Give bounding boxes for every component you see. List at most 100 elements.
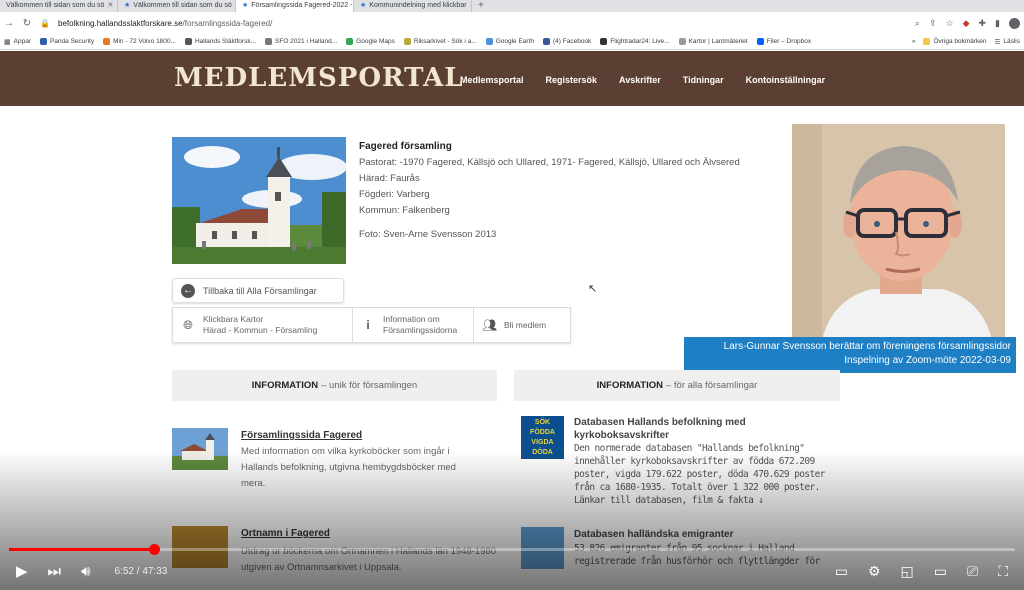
progress-bar[interactable] bbox=[9, 544, 1015, 555]
next-icon[interactable]: ⏭ bbox=[48, 563, 62, 580]
bookmark-item[interactable]: SFO 2021 i Halland... bbox=[265, 38, 337, 45]
puzzle-icon[interactable]: ✚ bbox=[979, 18, 987, 29]
info-button-text: Information om Församlingssidorna bbox=[383, 314, 457, 336]
member-button-label: Bli medlem bbox=[504, 319, 547, 330]
bookmark-label: Kartor | Lantmäteriet bbox=[688, 38, 748, 45]
parish-info-button[interactable]: i Information om Församlingssidorna bbox=[353, 308, 474, 342]
extension-icon[interactable]: ◆ bbox=[963, 18, 970, 29]
become-member-button[interactable]: 👥︎ Bli medlem bbox=[474, 308, 570, 342]
zoom-icon[interactable]: ⌕ bbox=[915, 18, 920, 29]
progress-fill bbox=[9, 548, 154, 551]
player-controls: ▶ ⏭ 🔊︎ 6:52 / 47:33 ▭ ⚙ ◱ ▭ ⎚ ⛶ bbox=[0, 556, 1024, 586]
theater-icon[interactable]: ▭ bbox=[934, 563, 947, 580]
star-icon: ★ bbox=[124, 2, 131, 9]
url-host: befolkning.hallandsslaktforskare.se bbox=[58, 18, 183, 28]
nav-registersok[interactable]: Registersök bbox=[546, 75, 598, 85]
bookmark-label: Övriga bokmärken bbox=[933, 38, 987, 45]
dropbox-icon bbox=[756, 38, 764, 45]
bookmark-label: (4) Facebook bbox=[553, 38, 592, 45]
badge-line: DÖDA bbox=[532, 449, 553, 456]
bookmark-item[interactable]: Google Maps bbox=[346, 38, 395, 45]
bookmark-apps[interactable]: ▦ Appar bbox=[4, 38, 31, 46]
cast-icon[interactable]: ⎚ bbox=[967, 563, 978, 580]
list-item: Församlingssida Fagered Med information … bbox=[172, 428, 502, 498]
back-button-label: Tillbaka till Alla Församlingar bbox=[203, 285, 317, 296]
play-icon[interactable]: ▶ bbox=[16, 562, 28, 580]
bookmark-item[interactable]: Min - 72 Volvo 1800... bbox=[103, 38, 176, 45]
browser-tab-strip: Välkommen till sidan som du sö ✕ ★ Välkomm… bbox=[0, 0, 1024, 12]
new-tab-icon[interactable]: + bbox=[472, 0, 490, 12]
miniplayer-icon[interactable]: ◱ bbox=[901, 563, 914, 580]
bookmark-item[interactable]: Google Earth bbox=[485, 38, 534, 45]
browser-tab-active[interactable]: ★Församlingssida Fagered-2022 -✕ bbox=[236, 0, 354, 12]
caption-line1: Lars-Gunnar Svensson berättar om förenin… bbox=[723, 341, 1011, 352]
sidepanel-icon[interactable]: ▮ bbox=[995, 18, 1000, 29]
church-thumbnail[interactable] bbox=[172, 428, 228, 470]
clickable-maps-button[interactable]: 🌐︎ Klickbara Kartor Härad - Kommun - Förs… bbox=[173, 308, 353, 342]
arrow-left-icon: ← bbox=[181, 283, 195, 298]
item-title-link[interactable]: Församlingssida Fagered bbox=[241, 430, 362, 441]
maps-button-text: Klickbara Kartor Härad - Kommun - Församl… bbox=[203, 314, 317, 336]
parish-pastorat: Pastorat: -1970 Fagered, Källsjö och Ull… bbox=[359, 157, 740, 168]
bookmark-item[interactable]: Filer – Dropbox bbox=[756, 38, 811, 45]
bookmark-label: Min - 72 Volvo 1800... bbox=[113, 38, 176, 45]
badge-line: FÖDDA bbox=[530, 429, 555, 436]
browser-tab[interactable]: ★Kommunindelning med klickbar✕ bbox=[354, 0, 472, 12]
forward-icon[interactable]: → bbox=[4, 18, 14, 29]
nav-tidningar[interactable]: Tidningar bbox=[683, 75, 724, 85]
reading-list-icon: ☰ bbox=[994, 38, 1001, 46]
volume-icon[interactable]: 🔊︎ bbox=[81, 563, 90, 580]
screen: Välkommen till sidan som du sö ✕ ★ Välkomm… bbox=[0, 0, 1024, 590]
bookmark-item[interactable]: (4) Facebook bbox=[543, 38, 591, 45]
bookmark-item[interactable]: Riksarkivet - Sök i a... bbox=[403, 38, 477, 45]
fullscreen-icon[interactable]: ⛶ bbox=[998, 563, 1008, 580]
item-title-link[interactable]: Databasen halländska emigranter bbox=[574, 528, 834, 541]
maps-line2: Härad - Kommun - Församling bbox=[203, 325, 318, 335]
site-icon bbox=[184, 38, 192, 45]
bookmark-label: Läslis bbox=[1003, 38, 1020, 45]
close-icon[interactable]: ✕ bbox=[107, 0, 113, 12]
address-bar: → ↻ 🔒 befolkning.hallandsslaktforskare.s… bbox=[0, 12, 1024, 34]
share-icon[interactable]: ⇪ bbox=[929, 18, 937, 29]
plane-icon bbox=[600, 38, 608, 45]
main-nav: Medlemsportal Registersök Avskrifter Tid… bbox=[460, 75, 825, 85]
avatar[interactable] bbox=[1009, 17, 1020, 29]
url-field[interactable]: befolkning.hallandsslaktforskare.se/fors… bbox=[58, 19, 272, 28]
reading-list[interactable]: ☰ Läslis bbox=[995, 38, 1020, 46]
parish-kommun: Kommun: Falkenberg bbox=[359, 205, 450, 216]
subtitles-icon[interactable]: ▭ bbox=[835, 563, 848, 580]
bookmark-label: Hallands Släktforsk... bbox=[194, 38, 257, 45]
bookmark-label: Riksarkivet - Sök i a... bbox=[413, 38, 477, 45]
more-bookmarks-button[interactable]: » bbox=[912, 38, 916, 46]
progress-knob[interactable] bbox=[148, 544, 160, 555]
database-badge[interactable]: SÖK FÖDDA VIGDA DÖDA bbox=[521, 416, 564, 459]
back-to-parishes-button[interactable]: ← Tillbaka till Alla Församlingar bbox=[172, 278, 344, 303]
bookmark-item[interactable]: Flightradar24: Live... bbox=[600, 38, 670, 45]
mouse-cursor: ↖ bbox=[588, 283, 598, 295]
star-icon: ★ bbox=[242, 2, 249, 9]
item-title-link[interactable]: Ortnamn i Fagered bbox=[241, 528, 330, 539]
bookmark-item[interactable]: Kartor | Lantmäteriet bbox=[678, 38, 748, 45]
reload-icon[interactable]: ↻ bbox=[22, 18, 32, 29]
nav-avskrifter[interactable]: Avskrifter bbox=[619, 75, 661, 85]
other-bookmarks[interactable]: Övriga bokmärken bbox=[923, 38, 987, 46]
bookmark-item[interactable]: Panda Security bbox=[39, 38, 94, 45]
users-icon: 👥︎ bbox=[482, 317, 498, 332]
site-logo[interactable]: MEDLEMSPORTAL bbox=[174, 63, 464, 93]
nav-medlemsportal[interactable]: Medlemsportal bbox=[460, 75, 524, 85]
browser-tab[interactable]: Välkommen till sidan som du sö ✕ bbox=[0, 0, 118, 12]
gear-icon[interactable]: ⚙ bbox=[868, 563, 881, 580]
bookmark-item[interactable]: Hallands Släktforsk... bbox=[184, 38, 257, 45]
caption-line2: Inspelning av Zoom-möte 2022-03-09 bbox=[844, 355, 1011, 366]
bookmark-star-icon[interactable]: ☆ bbox=[946, 18, 954, 29]
tab-label: Kommunindelning med klickbar bbox=[369, 2, 467, 9]
info-header-title: INFORMATION bbox=[251, 380, 319, 391]
item-title-link[interactable]: Databasen Hallands befolkning med kyrkob… bbox=[574, 416, 784, 442]
browser-tab[interactable]: ★Välkommen till sidan som du sö✕ bbox=[118, 0, 236, 12]
bookmarks-bar: ▦ Appar Panda Security Min - 72 Volvo 180… bbox=[0, 34, 1024, 50]
nav-kontoinstallningar[interactable]: Kontoinställningar bbox=[746, 75, 826, 85]
bookmark-label: SFO 2021 i Halland... bbox=[275, 38, 338, 45]
lock-icon[interactable]: 🔒 bbox=[40, 19, 50, 28]
star-icon: ★ bbox=[360, 2, 367, 9]
folder-icon bbox=[923, 38, 931, 45]
